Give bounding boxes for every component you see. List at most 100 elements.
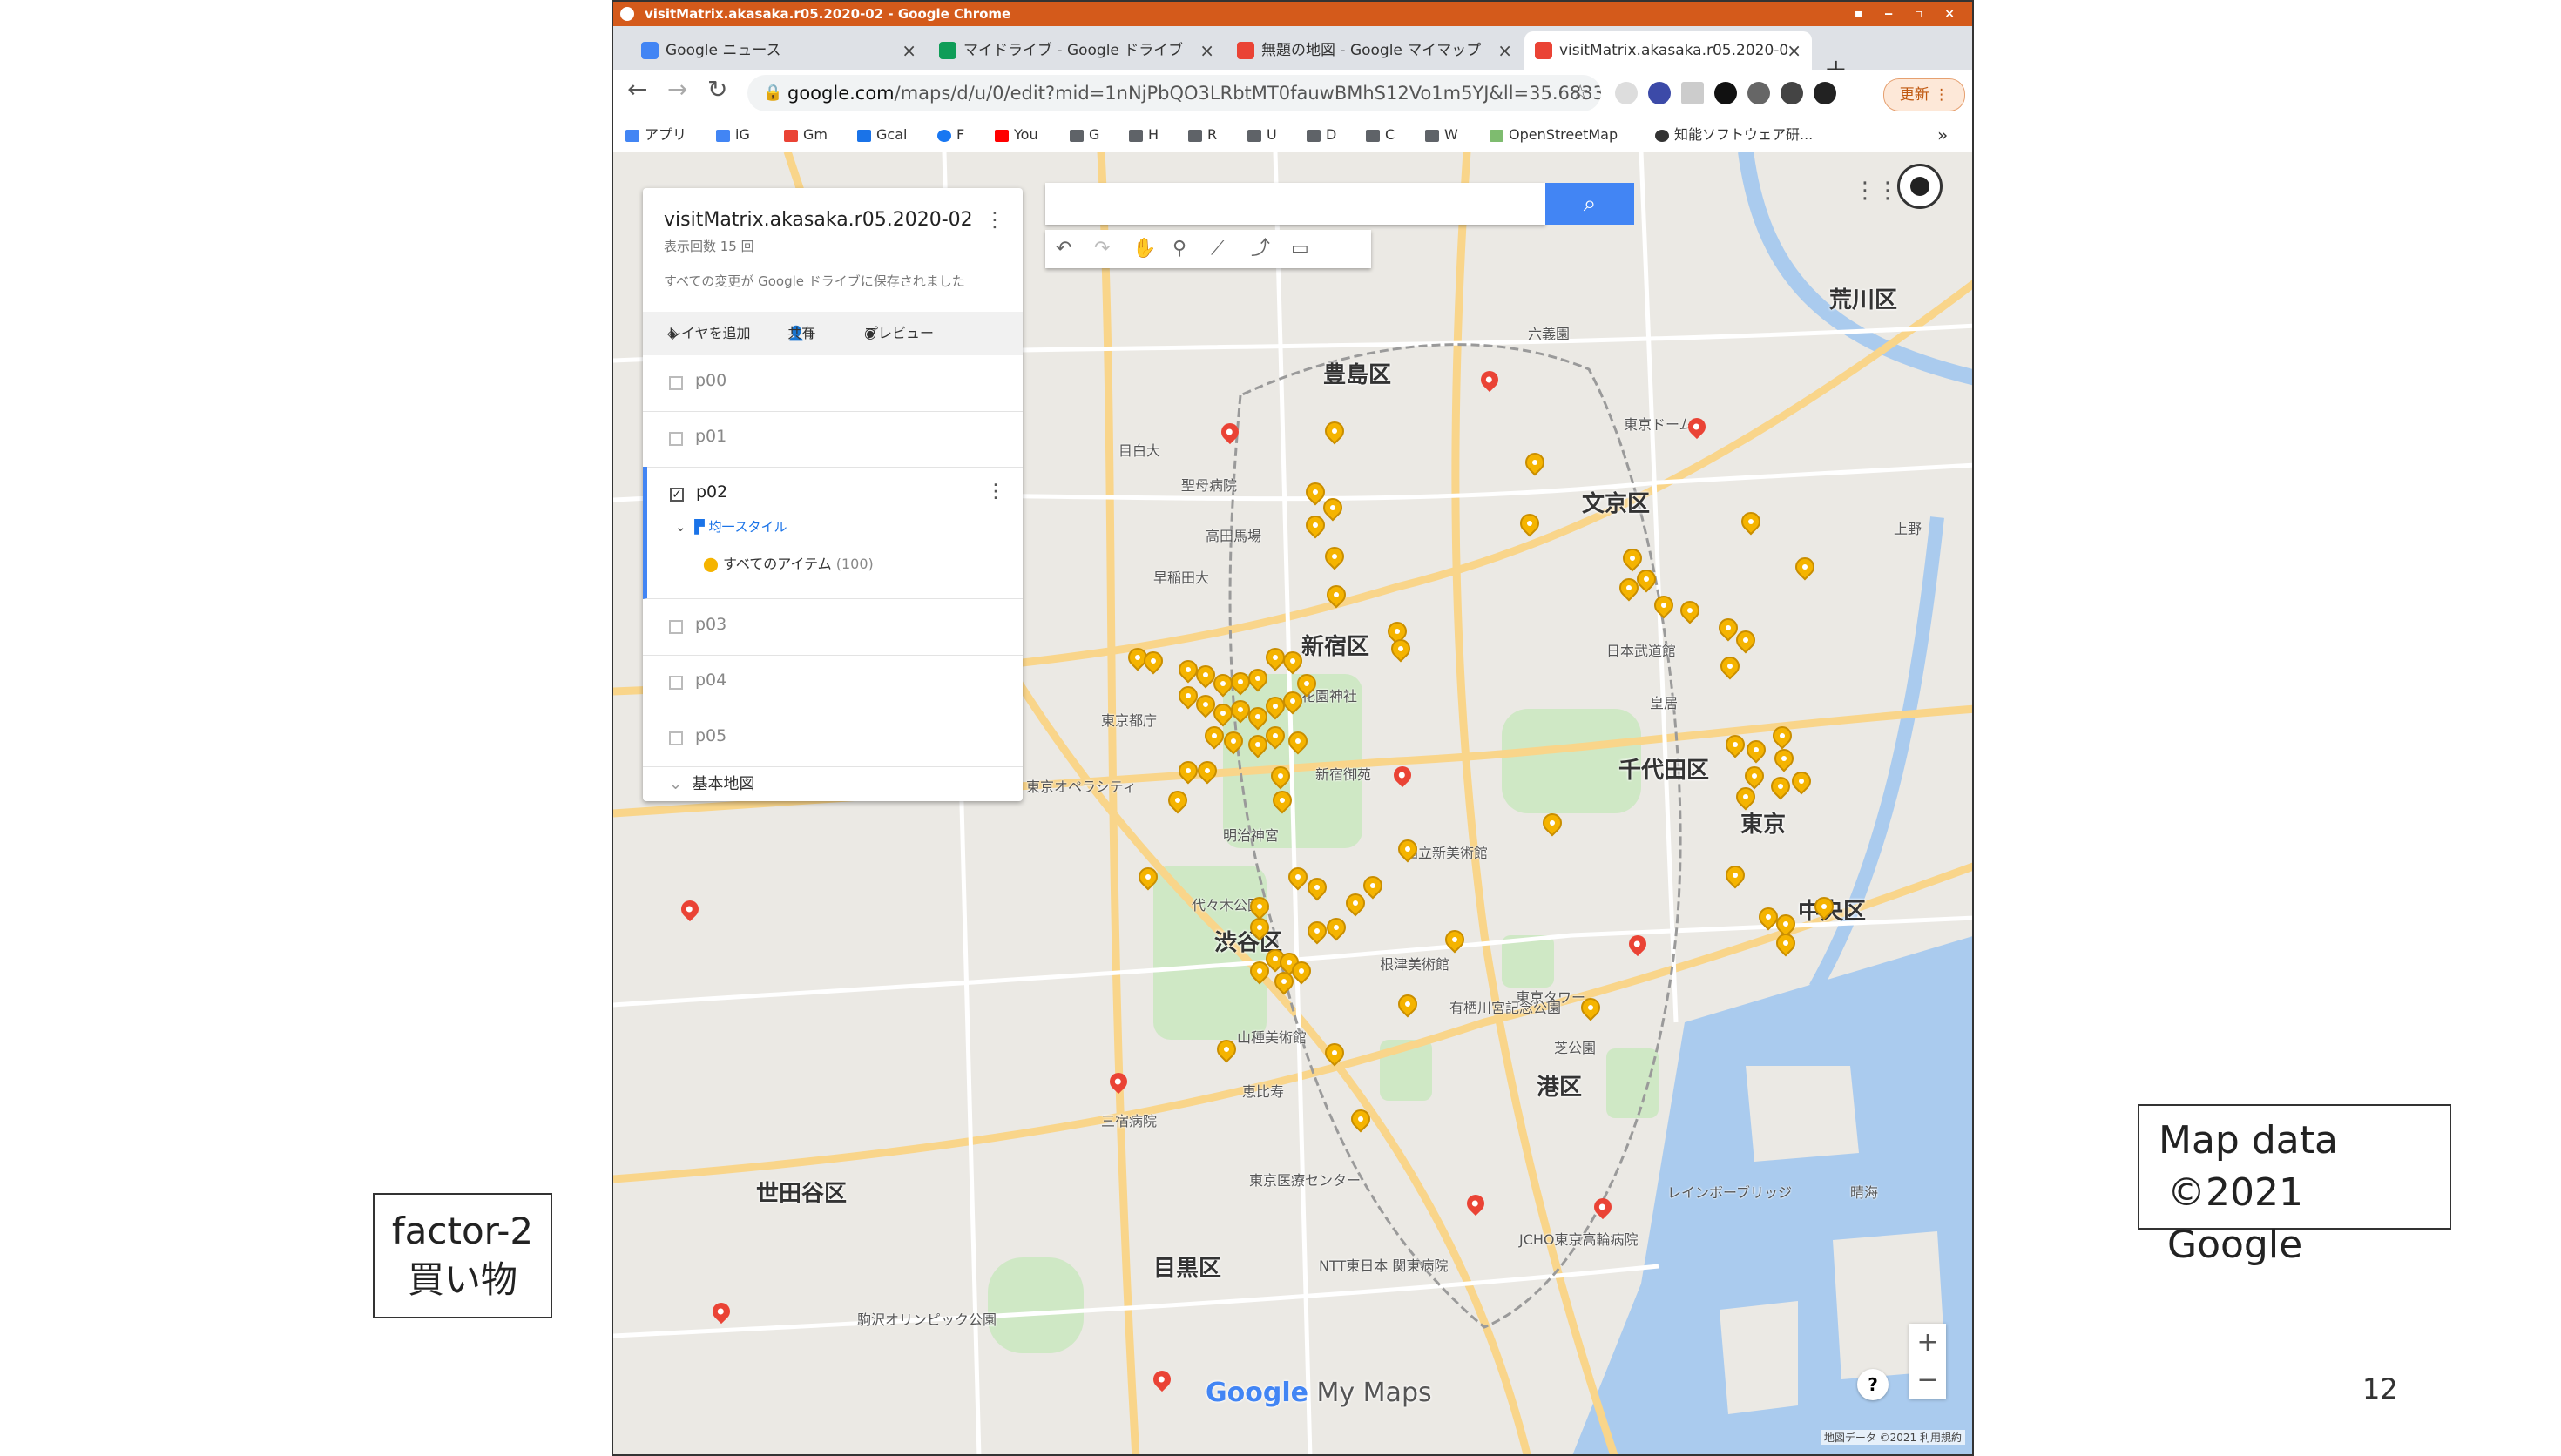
paint-roller-icon: ▛ xyxy=(694,519,705,535)
bookmark-h[interactable]: H xyxy=(1129,118,1159,152)
preview-label: プレビュー xyxy=(864,325,935,341)
bookmark-ig[interactable]: iG xyxy=(716,118,750,152)
tab-label: visitMatrix.akasaka.r05.2020-0 xyxy=(1559,42,1789,59)
facebook-icon xyxy=(937,129,951,142)
layer-p00[interactable]: p00 xyxy=(643,355,1023,412)
window-controls[interactable]: ▪ ‒ ▫ × xyxy=(1855,2,1963,26)
close-icon[interactable]: × xyxy=(1497,31,1512,70)
undo-icon[interactable]: ↶ xyxy=(1056,230,1071,268)
layer-p04[interactable]: p04 xyxy=(643,655,1023,711)
extension-icon[interactable] xyxy=(1615,82,1638,104)
search-button[interactable]: ⌕ xyxy=(1545,183,1634,225)
layer-options-icon[interactable]: ⋮ xyxy=(986,481,1005,502)
browser-window: visitMatrix.akasaka.r05.2020-02 - Google… xyxy=(612,0,1974,1456)
close-icon[interactable]: × xyxy=(1199,31,1214,70)
star-icon[interactable]: ☆ xyxy=(1571,75,1589,111)
layer-p05[interactable]: p05 xyxy=(643,711,1023,767)
address-bar[interactable]: 🔒 google.com/maps/d/u/0/edit?mid=1nNjPbQ… xyxy=(747,75,1601,111)
place-label: 有栖川宮記念公園 xyxy=(1449,1000,1562,1016)
place-label: 皇居 xyxy=(1650,695,1679,711)
mymaps-icon xyxy=(1237,42,1254,59)
map-canvas[interactable]: 豊島区 荒川区 文京区 新宿区 千代田区 東京 中央区 渋谷区 港区 世田谷区 … xyxy=(613,152,1972,1454)
ward-label: 文京区 xyxy=(1582,491,1651,517)
ward-label: 豊島区 xyxy=(1323,362,1392,388)
place-label: JCHO東京高輪病院 xyxy=(1519,1231,1639,1248)
reload-icon[interactable]: ↻ xyxy=(707,75,727,104)
bookmark-label: OpenStreetMap xyxy=(1509,126,1618,143)
back-icon[interactable]: ← xyxy=(627,75,647,104)
bookmark-g[interactable]: G xyxy=(1070,118,1099,152)
bookmark-label: H xyxy=(1148,126,1159,143)
layer-checkbox-checked[interactable]: ✓ xyxy=(670,488,684,502)
bookmark-openstreetmap[interactable]: OpenStreetMap xyxy=(1490,118,1618,152)
bookmark-f[interactable]: F xyxy=(937,118,964,152)
bookmark-w[interactable]: W xyxy=(1425,118,1458,152)
marker-tool-icon[interactable]: ⚲ xyxy=(1172,230,1186,268)
zoom-in-button[interactable]: + xyxy=(1909,1324,1946,1361)
directions-icon[interactable]: ⤴ xyxy=(1251,230,1270,268)
zoom-out-button[interactable]: − xyxy=(1909,1361,1946,1399)
bookmark-label: D xyxy=(1326,126,1337,143)
tab-label: 無題の地図 - Google マイマップ xyxy=(1261,42,1482,59)
bookmark-label: Gm xyxy=(803,126,828,143)
close-icon[interactable]: × xyxy=(1787,31,1801,70)
bookmark-c[interactable]: C xyxy=(1366,118,1395,152)
layer-p01[interactable]: p01 xyxy=(643,411,1023,468)
search-icon: ⌕ xyxy=(1583,191,1597,217)
google-my-maps-logo: Google My Maps xyxy=(1206,1378,1432,1408)
layer-checkbox[interactable] xyxy=(669,731,683,745)
place-label: NTT東日本 関東病院 xyxy=(1319,1257,1449,1274)
bookmark-r[interactable]: R xyxy=(1188,118,1217,152)
profile-icon[interactable] xyxy=(1814,82,1836,104)
tab-untitled-map[interactable]: 無題の地図 - Google マイマップ × xyxy=(1226,31,1523,70)
extension-icon[interactable] xyxy=(1747,82,1770,104)
bookmark-u[interactable]: U xyxy=(1247,118,1277,152)
bookmark-apps[interactable]: アプリ xyxy=(625,118,686,152)
bookmark-lab[interactable]: 知能ソフトウェア研... xyxy=(1655,118,1813,152)
bookmark-label: 知能ソフトウェア研... xyxy=(1674,126,1814,143)
account-avatar[interactable] xyxy=(1897,164,1943,209)
folder-icon xyxy=(1129,129,1143,142)
tab-label: マイドライブ - Google ドライブ xyxy=(963,42,1184,59)
drive-icon xyxy=(939,42,956,59)
redo-icon[interactable]: ↷ xyxy=(1094,230,1110,268)
help-button[interactable]: ? xyxy=(1857,1369,1889,1400)
more-options-icon[interactable]: ⋮ xyxy=(984,207,1005,232)
ward-label: 東京 xyxy=(1740,812,1787,838)
close-icon[interactable]: × xyxy=(902,31,916,70)
line-tool-icon[interactable]: ⟋ xyxy=(1211,230,1224,268)
layer-checkbox[interactable] xyxy=(669,676,683,690)
layer-checkbox[interactable] xyxy=(669,620,683,634)
bookmarks-overflow-icon[interactable]: » xyxy=(1937,118,1948,152)
all-items-row[interactable]: ⬤ すべてのアイテム (100) xyxy=(703,552,874,573)
map-title[interactable]: visitMatrix.akasaka.r05.2020-02 xyxy=(664,209,973,231)
map-search-input[interactable] xyxy=(1045,183,1545,225)
tab-drive[interactable]: マイドライブ - Google ドライブ × xyxy=(929,31,1225,70)
chevron-down-icon[interactable]: ⌄ xyxy=(675,519,686,535)
forward-icon[interactable]: → xyxy=(667,75,687,104)
ruler-icon[interactable]: ▭ xyxy=(1291,230,1309,268)
extension-icon[interactable] xyxy=(1648,82,1671,104)
bookmark-gcal[interactable]: Gcal xyxy=(857,118,907,152)
bookmark-you[interactable]: You xyxy=(995,118,1038,152)
update-button[interactable]: 更新 ⋮ xyxy=(1883,78,1965,111)
extension-icon[interactable] xyxy=(1681,82,1704,104)
base-map-toggle[interactable]: ⌄ 基本地図 xyxy=(669,772,755,794)
layer-p03[interactable]: p03 xyxy=(643,599,1023,656)
extension-icon[interactable] xyxy=(1714,82,1737,104)
layer-style-link[interactable]: ⌄ ▛ 均一スタイル xyxy=(675,517,787,536)
hand-icon[interactable]: ✋ xyxy=(1132,230,1156,268)
browser-toolbar: ← → ↻ 🔒 google.com/maps/d/u/0/edit?mid=1… xyxy=(613,70,1972,118)
layer-p02[interactable]: ✓ p02 ⋮ ⌄ ▛ 均一スタイル ⬤ すべてのアイテム (100) xyxy=(643,467,1023,599)
save-status: すべての変更が Google ドライブに保存されました xyxy=(664,273,965,289)
tab-visitmatrix[interactable]: visitMatrix.akasaka.r05.2020-0 × xyxy=(1524,31,1812,70)
map-attribution[interactable]: 地図データ ©2021 利用規約 xyxy=(1820,1430,1965,1445)
layer-checkbox[interactable] xyxy=(669,376,683,390)
layer-checkbox[interactable] xyxy=(669,432,683,446)
puzzle-icon[interactable] xyxy=(1781,82,1803,104)
globe-icon xyxy=(1655,129,1669,142)
bookmark-d[interactable]: D xyxy=(1307,118,1336,152)
tab-google-news[interactable]: Google ニュース × xyxy=(631,31,927,70)
place-label: 根津美術館 xyxy=(1380,956,1450,973)
bookmark-gm[interactable]: Gm xyxy=(784,118,828,152)
